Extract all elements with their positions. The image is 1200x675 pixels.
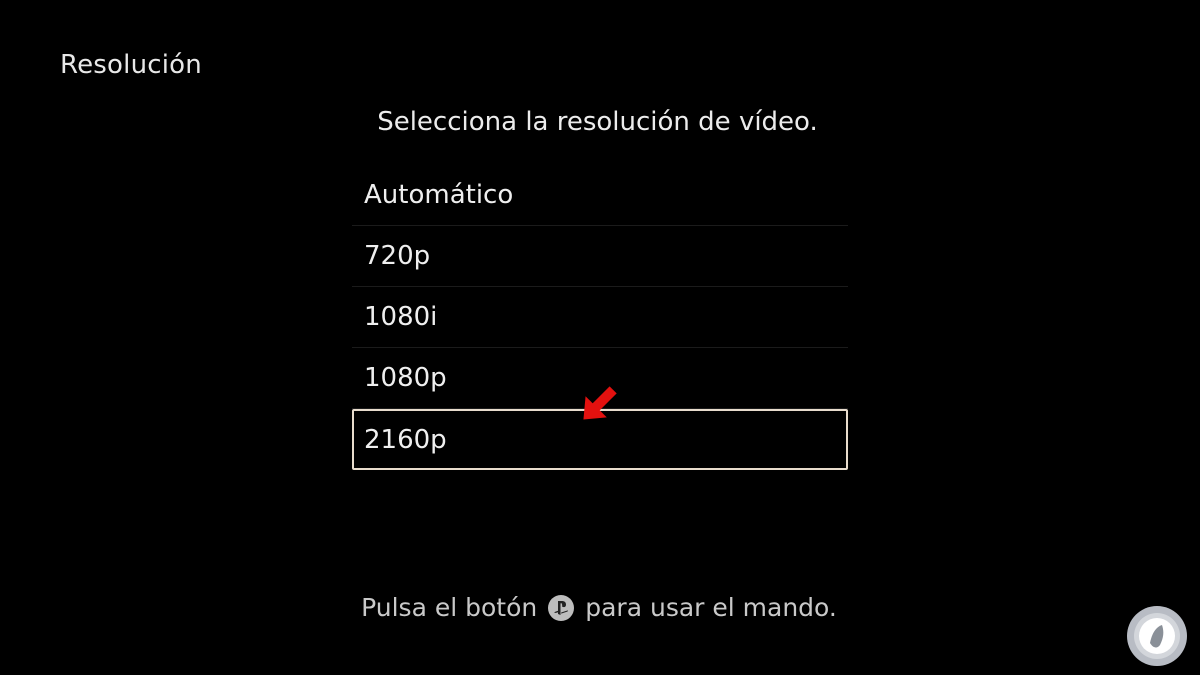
- instruction-text: Selecciona la resolución de vídeo.: [377, 107, 818, 137]
- footer-hint: Pulsa el botón para usar el mando.: [0, 593, 1198, 622]
- red-arrow-icon: [583, 386, 617, 420]
- option-720p[interactable]: 720p: [352, 226, 848, 287]
- option-label: 1080i: [364, 302, 438, 332]
- option-label: Automático: [364, 180, 514, 210]
- option-label: 720p: [364, 241, 431, 271]
- footer-hint-before: Pulsa el botón: [361, 593, 538, 622]
- option-label: 1080p: [364, 363, 447, 393]
- option-label: 2160p: [364, 424, 447, 455]
- page-title: Resolución: [60, 50, 202, 80]
- footer-hint-after: para usar el mando.: [585, 593, 837, 622]
- logo-watermark-icon: [1127, 606, 1187, 666]
- option-1080i[interactable]: 1080i: [352, 287, 848, 348]
- playstation-button-icon: [548, 594, 575, 621]
- option-automatico[interactable]: Automático: [352, 165, 848, 226]
- resolution-screen: Resolución Selecciona la resolución de v…: [0, 0, 1200, 675]
